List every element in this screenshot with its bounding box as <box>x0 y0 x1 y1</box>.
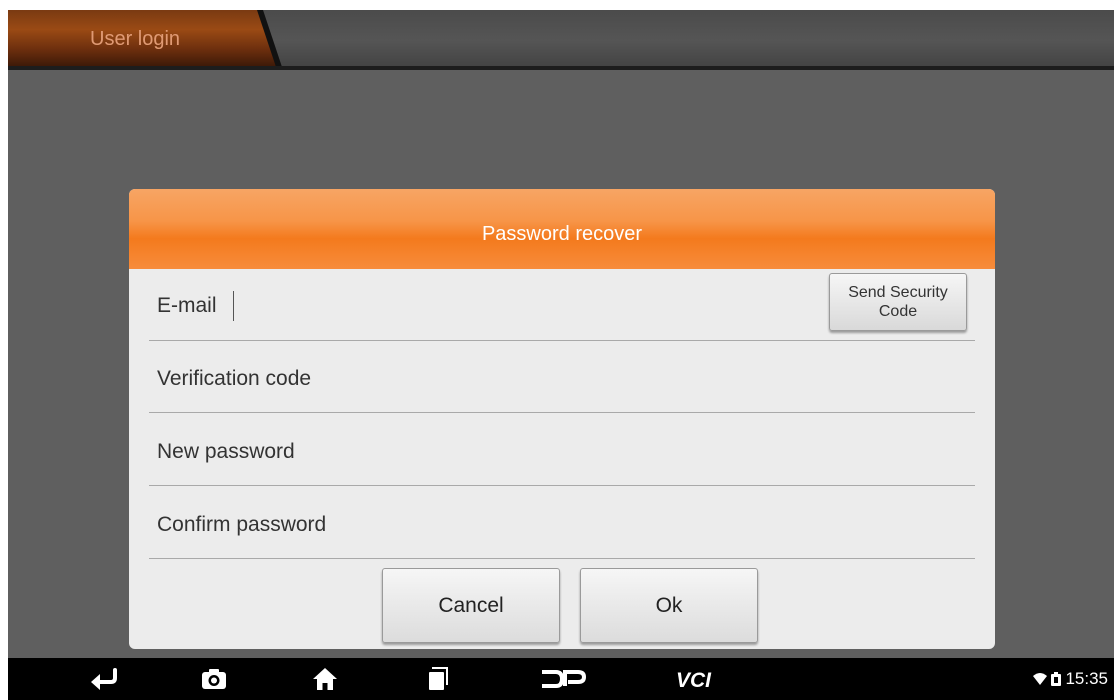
battery-icon <box>1051 672 1062 686</box>
dialog-title: Password recover <box>481 223 643 245</box>
home-icon[interactable] <box>305 658 345 700</box>
status-area: 15:35 <box>1033 658 1108 700</box>
back-icon[interactable] <box>84 658 124 700</box>
send-security-code-button[interactable]: Send Security Code <box>829 273 967 331</box>
vci-icon[interactable]: VCI <box>672 658 722 700</box>
verification-code-label: Verification code <box>157 367 312 390</box>
dialog-header: Password recover <box>129 189 995 269</box>
dp-logo-icon[interactable] <box>538 658 588 700</box>
tab-user-login-label: User login <box>90 28 181 50</box>
svg-text:VCI: VCI <box>676 669 712 689</box>
confirm-password-field[interactable]: Confirm password <box>149 487 975 559</box>
screen: User login Password recover E-mail Send … <box>8 10 1114 700</box>
clock: 15:35 <box>1065 669 1108 688</box>
wifi-icon <box>1033 673 1048 685</box>
recent-apps-icon[interactable] <box>418 658 458 700</box>
navigation-bar: VCI 15:35 <box>8 658 1114 700</box>
cancel-button[interactable]: Cancel <box>382 568 560 643</box>
confirm-password-label: Confirm password <box>157 513 327 536</box>
new-password-label: New password <box>157 440 295 463</box>
email-label: E-mail <box>157 294 217 317</box>
ok-button[interactable]: Ok <box>580 568 758 643</box>
top-bar: User login <box>8 10 1114 70</box>
text-cursor <box>233 291 234 321</box>
verification-code-field[interactable]: Verification code <box>149 341 975 413</box>
password-recover-dialog: Password recover E-mail Send Security Co… <box>129 189 995 649</box>
new-password-field[interactable]: New password <box>149 414 975 486</box>
modal-overlay: Password recover E-mail Send Security Co… <box>8 70 1114 658</box>
camera-icon[interactable] <box>194 658 234 700</box>
